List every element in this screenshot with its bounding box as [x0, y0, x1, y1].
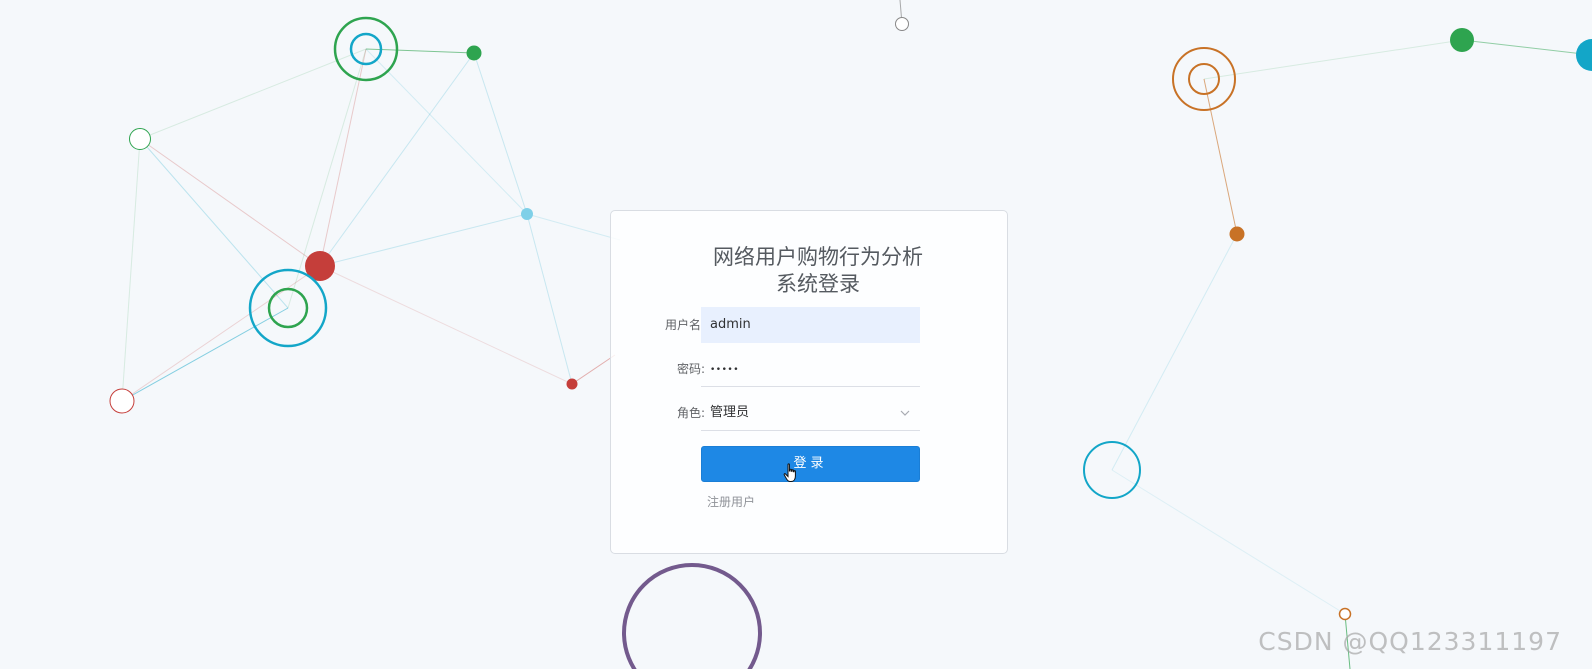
page-title: 网络用户购物行为分析 系统登录 — [611, 244, 1009, 298]
username-row: 用户名: admin — [611, 307, 1009, 343]
hand-cursor-icon — [783, 463, 796, 482]
login-button[interactable]: 登录 — [701, 446, 920, 482]
title-line-1: 网络用户购物行为分析 — [713, 245, 923, 269]
username-label: 用户名: — [664, 318, 705, 332]
node-dot-green-right — [1450, 28, 1474, 52]
node-ring-purple-large — [622, 563, 762, 669]
node-ring-green-small — [129, 128, 151, 150]
node-dot-cyan-edge — [1576, 39, 1592, 71]
role-selected-value: 管理员 — [710, 405, 750, 420]
role-row: 角色: 管理员 — [611, 395, 1009, 431]
password-row: 密码: ••••• — [611, 351, 1009, 387]
node-ring-orange-small — [1338, 607, 1352, 621]
node-ring-grey-top — [895, 17, 909, 31]
node-dot-green — [466, 45, 482, 61]
chevron-down-icon — [900, 410, 910, 416]
password-input[interactable]: ••••• — [701, 351, 920, 387]
node-dot-red-small — [566, 378, 578, 390]
node-dot-orange — [1229, 226, 1245, 242]
title-line-2: 系统登录 — [776, 272, 860, 296]
register-link[interactable]: 注册用户 — [707, 493, 755, 510]
role-select[interactable]: 管理员 — [701, 395, 920, 431]
login-card: 网络用户购物行为分析 系统登录 用户名: admin 密码: ••••• 角色:… — [610, 210, 1008, 554]
watermark-text: CSDN @QQ123311197 — [1258, 627, 1562, 656]
username-input[interactable]: admin — [701, 307, 920, 343]
password-dots: ••••• — [710, 365, 740, 375]
node-ring-red-small — [109, 388, 135, 414]
node-dot-lightblue — [521, 208, 533, 220]
